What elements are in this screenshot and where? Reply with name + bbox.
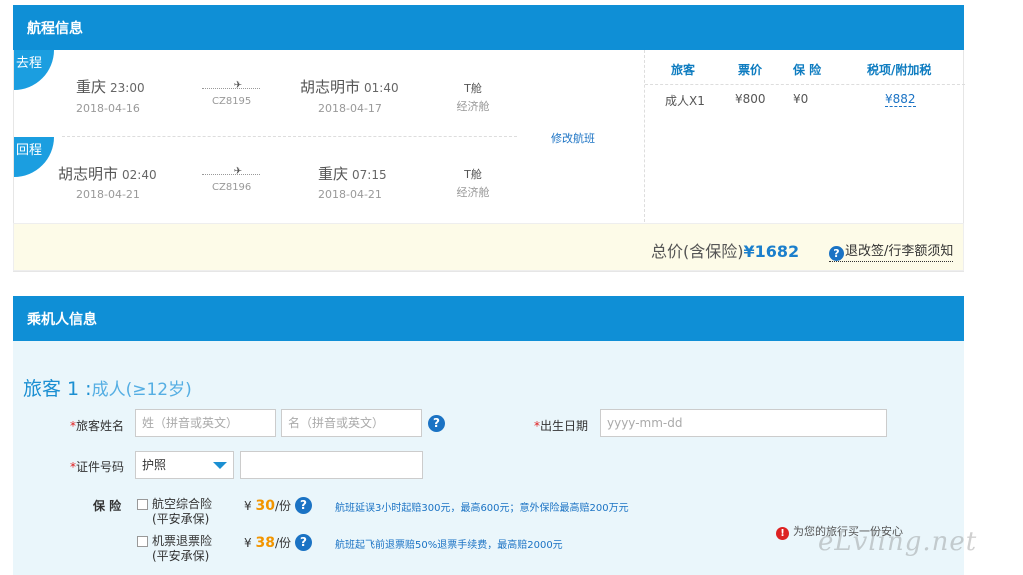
- rules-link-label: 退改签/行李额须知: [845, 244, 954, 259]
- insurance-desc-1: 航班延误3小时起赔300元，最高600元；意外保险最高赔200万元: [335, 503, 629, 514]
- passenger-title: 旅客 1 :成人(≥12岁): [23, 374, 192, 401]
- modify-flight-link[interactable]: 修改航班: [551, 130, 595, 146]
- outbound-cabin: T舱 经济舱: [456, 82, 490, 113]
- col-insurance: 保 险: [793, 63, 822, 77]
- insurance-desc-2: 航班起飞前退票赔50%退票手续费，最高赔2000元: [335, 540, 563, 551]
- return-from-city: 胡志明市: [58, 165, 119, 183]
- insurance-price-1: ¥ 30/份: [244, 498, 291, 514]
- outbound-arrive-time: 01:40: [364, 81, 399, 95]
- cell-insurance: ¥0: [793, 92, 809, 106]
- insurance-price-2: ¥ 38/份: [244, 535, 291, 551]
- cell-passenger: 成人X1: [665, 94, 705, 108]
- question-icon: ?: [829, 246, 844, 261]
- outbound-depart-time: 23:00: [110, 81, 145, 95]
- refund-baggage-rules-link[interactable]: ? 退改签/行李额须知: [829, 240, 954, 262]
- id-number-input[interactable]: [240, 451, 423, 479]
- cell-fare: ¥800: [735, 92, 766, 106]
- col-tax: 税项/附加税: [867, 63, 932, 77]
- id-type-select[interactable]: 护照: [135, 451, 234, 479]
- total-price-bar: 总价(含保险)¥1682 ? 退改签/行李额须知: [13, 223, 964, 271]
- return-depart: 胡志明市 02:40: [58, 163, 157, 184]
- flight-info-title: 航程信息: [27, 20, 83, 37]
- outbound-flight-number: CZ8195: [212, 96, 252, 107]
- insurance-checkbox-2[interactable]: [137, 536, 148, 547]
- col-fare: 票价: [738, 63, 763, 77]
- passenger-info-title: 乘机人信息: [27, 311, 97, 328]
- outbound-depart: 重庆 23:00: [76, 76, 145, 97]
- birth-label: *出生日期: [534, 419, 589, 433]
- col-passenger: 旅客: [671, 63, 696, 77]
- insurance-help-icon-2[interactable]: ?: [295, 534, 312, 551]
- watermark: eLvling.net: [818, 527, 978, 557]
- surname-input[interactable]: 姓（拼音或英文）: [135, 409, 276, 437]
- price-table: 旅客 票价 保 险 税项/附加税 成人X1 ¥800 ¥0 ¥882: [644, 50, 965, 222]
- total-price: 总价(含保险)¥1682: [651, 238, 799, 262]
- return-arrive-time: 07:15: [352, 168, 387, 182]
- return-arrive-date: 2018-04-21: [318, 188, 382, 201]
- outbound-to-city: 胡志明市: [300, 78, 361, 96]
- return-arrive: 重庆 07:15: [318, 163, 387, 184]
- cell-tax-link[interactable]: ¥882: [885, 92, 916, 107]
- passenger-info-header: 乘机人信息: [13, 296, 964, 341]
- return-tag: 回程: [14, 137, 54, 177]
- return-depart-date: 2018-04-21: [76, 188, 140, 201]
- flight-info-header: 航程信息: [13, 5, 964, 50]
- total-value: ¥1682: [743, 242, 800, 261]
- outbound-tag: 去程: [14, 50, 54, 90]
- price-table-divider: [645, 84, 965, 85]
- outbound-arrive: 胡志明市 01:40: [300, 76, 399, 97]
- insurance-checkbox-1[interactable]: [137, 499, 148, 510]
- id-label: *证件号码: [70, 460, 125, 474]
- outbound-from-city: 重庆: [76, 78, 107, 96]
- givenname-input[interactable]: 名（拼音或英文）: [281, 409, 422, 437]
- birth-date-input[interactable]: yyyy-mm-dd: [600, 409, 887, 437]
- return-flight-number: CZ8196: [212, 182, 252, 193]
- insurance-name-1: 航空综合险 (平安承保): [152, 497, 213, 526]
- passenger-number: 旅客 1 :: [23, 378, 92, 400]
- trip-divider: [62, 136, 517, 137]
- alert-icon: !: [776, 527, 789, 540]
- outbound-depart-date: 2018-04-16: [76, 102, 140, 115]
- outbound-arrive-date: 2018-04-17: [318, 102, 382, 115]
- outbound-plane-icon: [202, 88, 260, 89]
- total-label: 总价(含保险): [651, 242, 744, 261]
- return-to-city: 重庆: [318, 165, 349, 183]
- id-type-value: 护照: [142, 458, 167, 472]
- passenger-type: 成人(≥12岁): [91, 380, 192, 400]
- insurance-help-icon-1[interactable]: ?: [295, 497, 312, 514]
- name-label: *旅客姓名: [70, 419, 125, 433]
- return-depart-time: 02:40: [122, 168, 157, 182]
- insurance-name-2: 机票退票险 (平安承保): [152, 534, 213, 563]
- return-cabin: T舱 经济舱: [456, 168, 490, 199]
- chevron-down-icon: [213, 462, 227, 469]
- return-plane-icon: [202, 174, 260, 175]
- name-help-icon[interactable]: ?: [428, 415, 445, 432]
